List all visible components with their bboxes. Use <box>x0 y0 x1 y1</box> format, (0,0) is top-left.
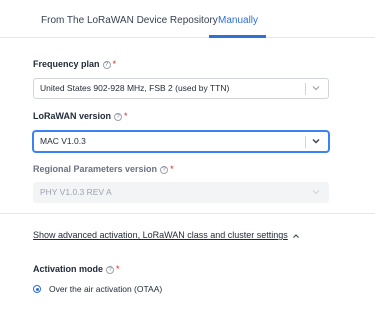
regional-params-label: Regional Parameters version ? * <box>33 164 174 175</box>
frequency-plan-label: Frequency plan ? * <box>33 59 116 70</box>
help-icon[interactable]: ? <box>160 165 169 174</box>
lorawan-version-label-text: LoRaWAN version <box>33 111 112 121</box>
tab-device-repository[interactable]: From The LoRaWAN Device Repository <box>41 15 218 27</box>
frequency-plan-label-text: Frequency plan <box>33 59 100 69</box>
required-asterisk: * <box>170 164 174 174</box>
lorawan-version-label: LoRaWAN version ? * <box>33 111 128 122</box>
regional-params-label-text: Regional Parameters version <box>33 164 158 174</box>
active-tab-indicator <box>209 35 266 38</box>
advanced-settings-link-text: Show advanced activation, LoRaWAN class … <box>33 230 288 240</box>
required-asterisk: * <box>116 264 120 274</box>
chevron-down-icon <box>312 139 320 144</box>
frequency-plan-select[interactable]: United States 902-928 MHz, FSB 2 (used b… <box>33 78 329 99</box>
regional-params-select: PHY V1.0.3 REV A <box>33 182 329 203</box>
otaa-radio-label[interactable]: Over the air activation (OTAA) <box>49 284 162 294</box>
select-divider <box>305 83 306 95</box>
otaa-radio[interactable] <box>33 285 41 293</box>
lorawan-version-value: MAC V1.0.3 <box>40 136 86 146</box>
frequency-plan-value: United States 902-928 MHz, FSB 2 (used b… <box>40 83 230 93</box>
tab-manually[interactable]: Manually <box>218 15 258 27</box>
regional-params-value: PHY V1.0.3 REV A <box>40 187 112 197</box>
required-asterisk: * <box>112 59 117 69</box>
select-divider <box>305 136 306 148</box>
lorawan-version-select[interactable]: MAC V1.0.3 <box>33 131 329 152</box>
help-icon[interactable]: ? <box>106 265 115 274</box>
help-icon[interactable]: ? <box>102 60 111 69</box>
chevron-down-icon <box>312 190 320 195</box>
section-divider <box>0 213 375 214</box>
chevron-up-icon <box>292 233 299 238</box>
chevron-down-icon <box>312 86 320 91</box>
tab-bar: From The LoRaWAN Device Repository Manua… <box>0 0 375 38</box>
help-icon[interactable]: ? <box>114 112 123 121</box>
advanced-settings-toggle[interactable]: Show advanced activation, LoRaWAN class … <box>33 230 300 241</box>
activation-mode-label-text: Activation mode <box>33 264 104 274</box>
required-asterisk: * <box>124 111 128 121</box>
activation-mode-label: Activation mode ? * <box>33 264 120 275</box>
